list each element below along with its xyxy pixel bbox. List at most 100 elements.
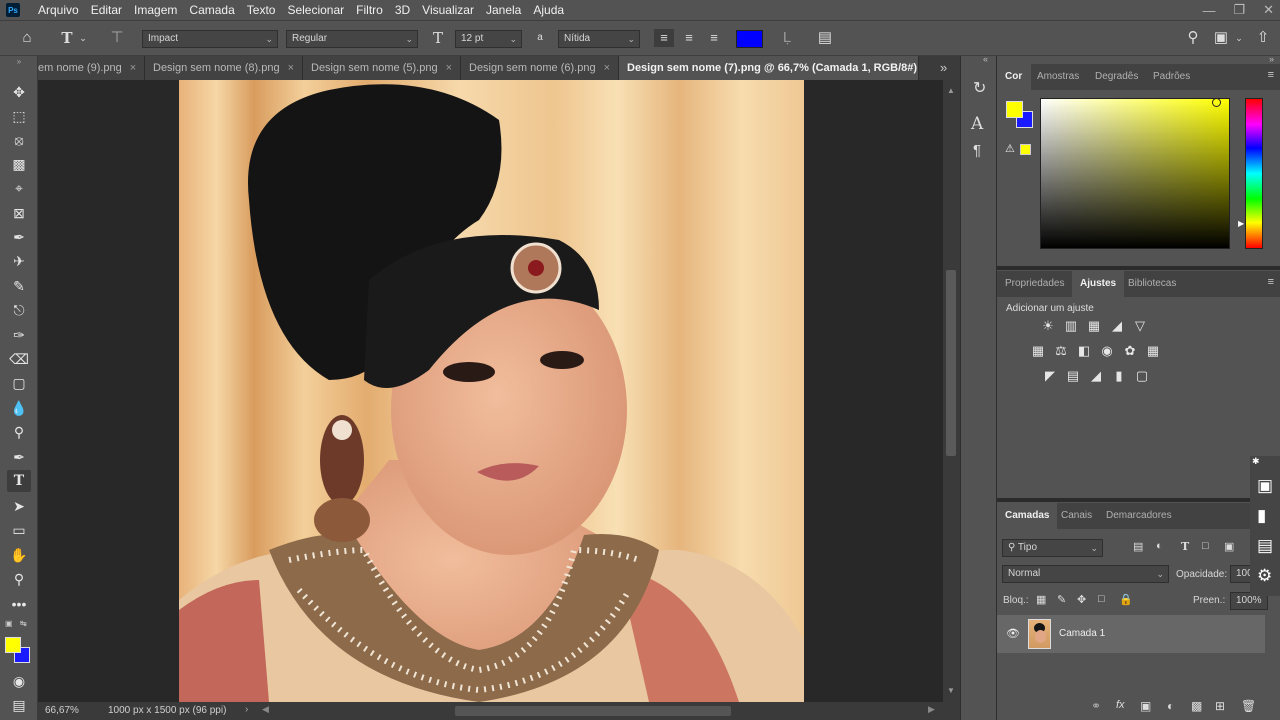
color-field[interactable] (1040, 98, 1230, 249)
move-tool-icon[interactable]: ✥ (7, 81, 31, 103)
invert-icon[interactable]: ◤ (1042, 369, 1058, 383)
brightness-icon[interactable]: ☀ (1040, 319, 1056, 333)
filter-smart-object-icon[interactable]: ▣ (1224, 540, 1234, 553)
black-white-icon[interactable]: ◧ (1076, 344, 1092, 358)
marquee-tool-icon[interactable]: ⬚ (7, 105, 31, 127)
antialias-select[interactable]: Nítida ⌄ (558, 30, 640, 48)
gradient-tool-icon[interactable]: ▢ (7, 372, 31, 394)
menu-filtro[interactable]: Filtro (350, 3, 389, 17)
brush-tool-icon[interactable]: ✎ (7, 275, 31, 297)
tab-propriedades[interactable]: Propriedades (997, 271, 1072, 297)
lasso-tool-icon[interactable]: ⦻ (7, 129, 31, 151)
tab-camadas[interactable]: Camadas (997, 503, 1058, 529)
menu-3d[interactable]: 3D (389, 3, 416, 17)
color-foreground-swatch[interactable] (1006, 101, 1023, 118)
layer-row[interactable]: 👁 Camada 1 (997, 615, 1265, 653)
workspace-icon[interactable]: ▣ (1212, 29, 1230, 47)
hand-tool-icon[interactable]: ✋ (7, 544, 31, 566)
character-icon[interactable]: A (971, 114, 983, 134)
menu-ajuda[interactable]: Ajuda (527, 3, 570, 17)
chevron-down-icon[interactable]: ⌄ (78, 29, 88, 47)
close-icon[interactable]: × (288, 62, 294, 74)
history-icon[interactable]: ↻ (973, 78, 986, 98)
align-left-icon[interactable]: ≡ (654, 29, 674, 47)
gear-icon[interactable]: ⚙ (1257, 566, 1272, 586)
exposure-icon[interactable]: ◢ (1109, 319, 1125, 333)
scroll-right-icon[interactable]: ▶ (928, 704, 935, 715)
menu-arquivo[interactable]: Arquivo (32, 3, 85, 17)
new-layer-icon[interactable]: ⊞ (1215, 699, 1225, 713)
filter-adjustment-icon[interactable]: ◐ (1156, 540, 1163, 552)
warp-text-icon[interactable]: Ḷ (778, 29, 796, 47)
layer-filter-select[interactable]: ⚲ Tipo ⌄ (1002, 539, 1103, 557)
gradient-map-icon[interactable]: ▮ (1111, 369, 1127, 383)
vibrance-icon[interactable]: ▽ (1132, 319, 1148, 333)
lock-position-icon[interactable]: ✥ (1077, 593, 1086, 606)
close-icon[interactable]: × (446, 62, 452, 74)
menu-editar[interactable]: Editar (85, 3, 128, 17)
type-tool-icon[interactable]: T (7, 470, 31, 492)
stamp-tool-icon[interactable]: ⎋ (7, 299, 31, 321)
zoom-level[interactable]: 66,67% (45, 705, 79, 716)
close-icon[interactable]: × (604, 62, 610, 74)
crop-tool-icon[interactable]: ⌖ (7, 177, 31, 199)
filter-type-icon[interactable]: T (1181, 540, 1189, 553)
layer-name[interactable]: Camada 1 (1059, 628, 1105, 639)
restore-icon[interactable]: ❐ (1233, 2, 1245, 18)
screen-mode-icon[interactable]: ▤ (7, 694, 31, 716)
new-fill-layer-icon[interactable]: ◐ (1167, 699, 1174, 713)
chevron-right-icon[interactable]: › (245, 704, 248, 715)
link-layers-icon[interactable]: ⚭ (1091, 699, 1101, 713)
filter-shape-icon[interactable]: □ (1202, 540, 1209, 552)
more-tools-icon[interactable]: ••• (7, 593, 31, 615)
levels-icon[interactable]: ▥ (1063, 319, 1079, 333)
pin-icon[interactable]: ✱ (1252, 456, 1260, 467)
font-size-select[interactable]: 12 pt ⌄ (455, 30, 522, 48)
tab-degrades[interactable]: Degradês (1087, 64, 1146, 90)
tab-amostras[interactable]: Amostras (1029, 64, 1087, 90)
eraser-icon[interactable]: ⌫ (7, 348, 31, 370)
gallery-icon[interactable]: ▤ (1257, 536, 1273, 556)
share-icon[interactable]: ⇧ (1254, 29, 1272, 47)
selective-color-icon[interactable]: ▢ (1134, 369, 1150, 383)
channel-mixer-icon[interactable]: ✿ (1122, 344, 1138, 358)
tab-ajustes[interactable]: Ajustes (1072, 271, 1125, 297)
font-style-select[interactable]: Regular ⌄ (286, 30, 418, 48)
default-colors-icon[interactable]: ▣ (5, 619, 13, 628)
tab-doc-8[interactable]: Design sem nome (8).png × (145, 56, 303, 80)
tab-doc-5[interactable]: Design sem nome (5).png × (303, 56, 461, 80)
vertical-scrollbar[interactable]: ▲ ▼ (943, 80, 960, 702)
quick-mask-icon[interactable]: ◉ (7, 670, 31, 692)
type-tool-icon[interactable]: T (58, 29, 76, 47)
camera-icon[interactable]: ▣ (1257, 476, 1273, 496)
dodge-tool-icon[interactable]: ⚲ (7, 421, 31, 443)
hue-slider-handle[interactable]: ▶ (1238, 219, 1244, 228)
align-center-icon[interactable]: ≡ (679, 29, 699, 47)
lock-transparency-icon[interactable]: ▦ (1036, 593, 1046, 606)
fx-icon[interactable]: fx (1116, 699, 1125, 711)
add-mask-icon[interactable]: ▣ (1140, 699, 1151, 713)
frame-tool-icon[interactable]: ⊠ (7, 202, 31, 224)
tab-doc-7-active[interactable]: Design sem nome (7).png @ 66,7% (Camada … (619, 56, 919, 80)
tabs-overflow-icon[interactable]: » (940, 56, 947, 80)
healing-brush-icon[interactable]: ✈ (7, 250, 31, 272)
menu-selecionar[interactable]: Selecionar (281, 3, 350, 17)
scroll-down-icon[interactable]: ▼ (947, 686, 955, 695)
pen-tool-icon[interactable]: ✒ (7, 446, 31, 468)
eyedropper-icon[interactable]: ✒ (7, 226, 31, 248)
tab-doc-9[interactable]: em nome (9).png × (38, 56, 145, 80)
history-brush-icon[interactable]: ✑ (7, 324, 31, 346)
menu-texto[interactable]: Texto (241, 3, 282, 17)
foreground-color-swatch[interactable] (5, 637, 21, 653)
collapse-icon[interactable]: » (7, 57, 31, 67)
panel-menu-icon[interactable]: ≡ (1268, 69, 1274, 81)
object-selection-icon[interactable]: ▩ (7, 153, 31, 175)
hue-saturation-icon[interactable]: ▦ (1030, 344, 1046, 358)
menu-camada[interactable]: Camada (183, 3, 240, 17)
document-image[interactable] (179, 80, 804, 702)
font-family-select[interactable]: Impact ⌄ (142, 30, 278, 48)
horizontal-scroll-thumb[interactable] (455, 706, 731, 716)
zoom-tool-icon[interactable]: ⚲ (7, 568, 31, 590)
video-icon[interactable]: ▮ (1257, 506, 1266, 526)
rectangle-tool-icon[interactable]: ▭ (7, 519, 31, 541)
